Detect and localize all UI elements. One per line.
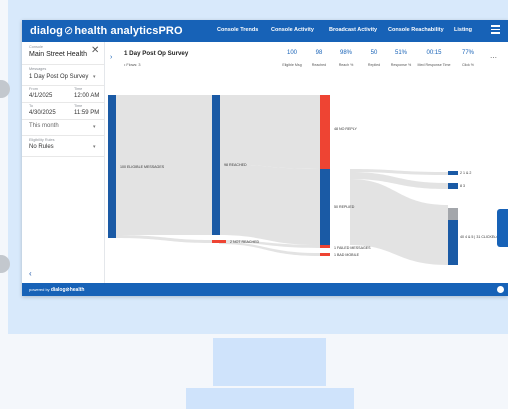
nav-console-activity[interactable]: Console Activity [271,27,314,33]
more-options-icon[interactable]: ⋯ [490,54,497,62]
nav-broadcast-activity[interactable]: Broadcast Activity [329,27,377,33]
messages-select[interactable]: Messages 1 Day Post Op Survey ▾ [22,64,104,86]
chevron-down-icon: ▾ [93,124,96,130]
footer-prefix: powered by [29,287,50,292]
node-option-3[interactable] [448,183,458,189]
label-no-reply: 48 NO REPLY [334,127,358,131]
from-label: From [29,87,38,91]
app-window: dialog⊘health analyticsPRO Console Trend… [22,20,508,296]
logo-text: dialog [30,25,63,37]
label-option-3: 8 3 [460,184,465,188]
console-value: Main Street Health [29,51,87,58]
label-reached: 98 REACHED [224,163,247,167]
sankey-diagram: 100 ELIGIBLE MESSAGES 98 REACHED 2 NOT R… [108,95,497,265]
product-name: analyticsPRO [110,25,183,37]
background-block [213,338,326,386]
to-datetime[interactable]: To 4/30/2025 Time 11:59 PM [22,102,104,120]
top-navigation-bar: dialog⊘health analyticsPRO Console Trend… [22,20,508,42]
node-replied[interactable] [320,169,330,245]
node-reached[interactable] [212,95,220,235]
label-option-1-2: 2 1 & 2 [460,171,471,175]
help-icon[interactable] [497,286,504,293]
node-option-grey[interactable] [448,208,458,220]
node-option-4-5[interactable] [448,220,458,265]
survey-title: 1 Day Post Op Survey [124,50,189,57]
to-label: To [29,104,34,108]
messages-value: 1 Day Post Op Survey [29,74,89,80]
logo-text: health [74,25,108,37]
period-value: This month [29,123,59,129]
from-date[interactable]: 4/1/2025 [29,93,52,99]
to-time[interactable]: 11:59 PM [74,110,99,116]
from-time[interactable]: 12:00 AM [74,93,99,99]
node-no-reply[interactable] [320,95,330,169]
flow-reached-to-no-reply [219,95,320,169]
label-not-reached: 2 NOT REACHED [230,240,259,244]
nav-console-reachability[interactable]: Console Reachability [388,27,444,33]
flows-count: • Flows: 3 [124,63,141,67]
node-eligible[interactable] [108,95,116,238]
label-bad-mobile: 1 BAD MOBILE [334,253,360,257]
messages-label: Messages [29,67,47,71]
logo-mark: ⊘ [64,25,74,37]
flow-reached-to-replied [219,164,320,245]
nav-listing[interactable]: Listing [454,27,472,33]
node-option-1-2[interactable] [448,171,458,175]
node-bad-mobile[interactable] [320,253,330,256]
label-option-4-5: 40 4 & 5 | 31 CLICKED [460,235,497,239]
node-failed[interactable] [320,245,330,248]
flow-eligible-to-not-reached [114,235,212,243]
stat-click-pct-value: 77% [461,50,474,56]
flow-replied-to-opt3 [350,179,448,265]
filter-sidebar: Console Main Street Health ✕ Messages 1 … [22,42,105,289]
chevron-down-icon: ▾ [93,74,96,80]
to-date[interactable]: 4/30/2025 [29,110,56,116]
label-failed: 1 FAILED MESSAGES [334,246,371,250]
dialog-health-logo[interactable]: dialog⊘health analyticsPRO [30,24,183,37]
label-eligible: 100 ELIGIBLE MESSAGES [120,165,165,169]
feedback-label: Feedback [493,216,499,237]
label-replied: 50 REPLIED [334,205,355,209]
console-label: Console [29,45,43,49]
stat-click-pct-label: Click % [462,63,474,67]
eligibility-rules-select[interactable]: Eligibility Rules No Rules ▾ [22,135,104,157]
footer-brand: dialog⊘health [50,287,85,293]
from-datetime[interactable]: From 4/1/2025 Time 12:00 AM [22,85,104,103]
eligibility-value: No Rules [29,144,54,150]
to-time-label: Time [74,104,83,108]
node-not-reached[interactable] [212,240,226,243]
background-block [186,388,354,409]
console-filter[interactable]: Console Main Street Health ✕ [22,42,104,65]
feedback-tab[interactable]: Feedback [493,209,508,247]
collapse-sidebar-icon[interactable]: ‹ [29,269,32,278]
powered-by: powered by dialog⊘health [29,287,84,293]
chevron-down-icon: ▾ [93,144,96,150]
eligibility-label: Eligibility Rules [29,138,55,142]
period-select[interactable]: This month ▾ [22,119,104,136]
from-time-label: Time [74,87,83,91]
close-icon[interactable]: ✕ [91,45,99,56]
hamburger-menu-icon[interactable] [491,25,500,34]
footer-bar: powered by dialog⊘health [22,283,508,296]
expand-flows-icon[interactable]: › [110,54,112,61]
nav-console-trends[interactable]: Console Trends [217,27,258,33]
